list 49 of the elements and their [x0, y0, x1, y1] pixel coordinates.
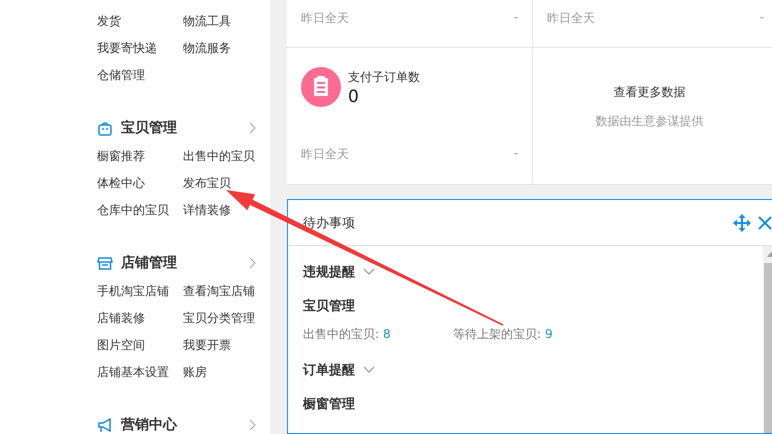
- section-label: 宝贝管理: [303, 298, 356, 316]
- clipboard-icon: [301, 67, 341, 107]
- megaphone-icon: [97, 417, 113, 433]
- sidebar-link[interactable]: 账房: [183, 359, 270, 386]
- stat-count-link[interactable]: 8: [383, 326, 391, 340]
- section-title[interactable]: 店铺管理: [121, 254, 249, 272]
- section-title[interactable]: 宝贝管理: [121, 119, 249, 137]
- period-label: 昨日全天: [301, 146, 349, 163]
- sidebar-link[interactable]: 体检中心: [97, 170, 183, 197]
- section-title[interactable]: 营销中心: [121, 416, 249, 434]
- sidebar-link[interactable]: 手机淘宝店铺: [97, 278, 183, 305]
- sidebar-link[interactable]: 物流工具: [183, 8, 270, 35]
- sidebar-link[interactable]: 物流服务: [183, 35, 270, 62]
- metric-value: 0: [348, 87, 360, 107]
- sidebar-link[interactable]: 我要开票: [183, 332, 270, 359]
- sidebar-link[interactable]: 发货: [97, 8, 183, 35]
- section-label: 橱窗管理: [303, 396, 356, 414]
- stat-value: -: [514, 10, 518, 26]
- sidebar-link[interactable]: 出售中的宝贝: [183, 143, 270, 170]
- shop-icon: [97, 255, 113, 271]
- sidebar-link[interactable]: 店铺基本设置: [97, 359, 183, 386]
- chevron-right-icon: [249, 419, 256, 431]
- close-icon[interactable]: [757, 214, 772, 230]
- sidebar-link[interactable]: 橱窗推荐: [97, 143, 183, 170]
- sidebar-link[interactable]: 宝贝分类管理: [183, 305, 270, 332]
- bag-icon: [97, 120, 113, 136]
- section-label[interactable]: 违规提醒: [303, 263, 355, 281]
- sidebar-link[interactable]: 图片空间: [97, 332, 183, 359]
- stat-label: 出售中的宝贝:: [303, 326, 380, 340]
- stat-label: 等待上架的宝贝:: [453, 326, 542, 340]
- metric-title: 支付子订单数: [348, 69, 420, 86]
- stat-value: -: [760, 10, 764, 26]
- sidebar-link[interactable]: 仓库中的宝贝: [97, 197, 183, 224]
- period-label: 昨日全天: [301, 10, 349, 27]
- sidebar-link[interactable]: 详情装修: [183, 197, 270, 224]
- chevron-right-icon: [249, 122, 256, 134]
- more-data-link[interactable]: 查看更多数据: [614, 84, 686, 101]
- sidebar-link[interactable]: 我要寄快递: [97, 35, 183, 62]
- section-label[interactable]: 订单提醒: [303, 361, 355, 379]
- move-icon[interactable]: [733, 214, 751, 232]
- data-source-note: 数据由生意参谋提供: [596, 113, 704, 130]
- sidebar-link[interactable]: 仓储管理: [97, 62, 183, 89]
- stat-count-link[interactable]: 9: [545, 326, 553, 340]
- period-label: 昨日全天: [547, 10, 595, 27]
- sidebar-link[interactable]: 店铺装修: [97, 305, 183, 332]
- chevron-right-icon: [249, 257, 256, 269]
- sidebar-link[interactable]: 查看淘宝店铺: [183, 278, 270, 305]
- sidebar-link[interactable]: 发布宝贝: [183, 170, 270, 197]
- stat-value: -: [514, 146, 518, 162]
